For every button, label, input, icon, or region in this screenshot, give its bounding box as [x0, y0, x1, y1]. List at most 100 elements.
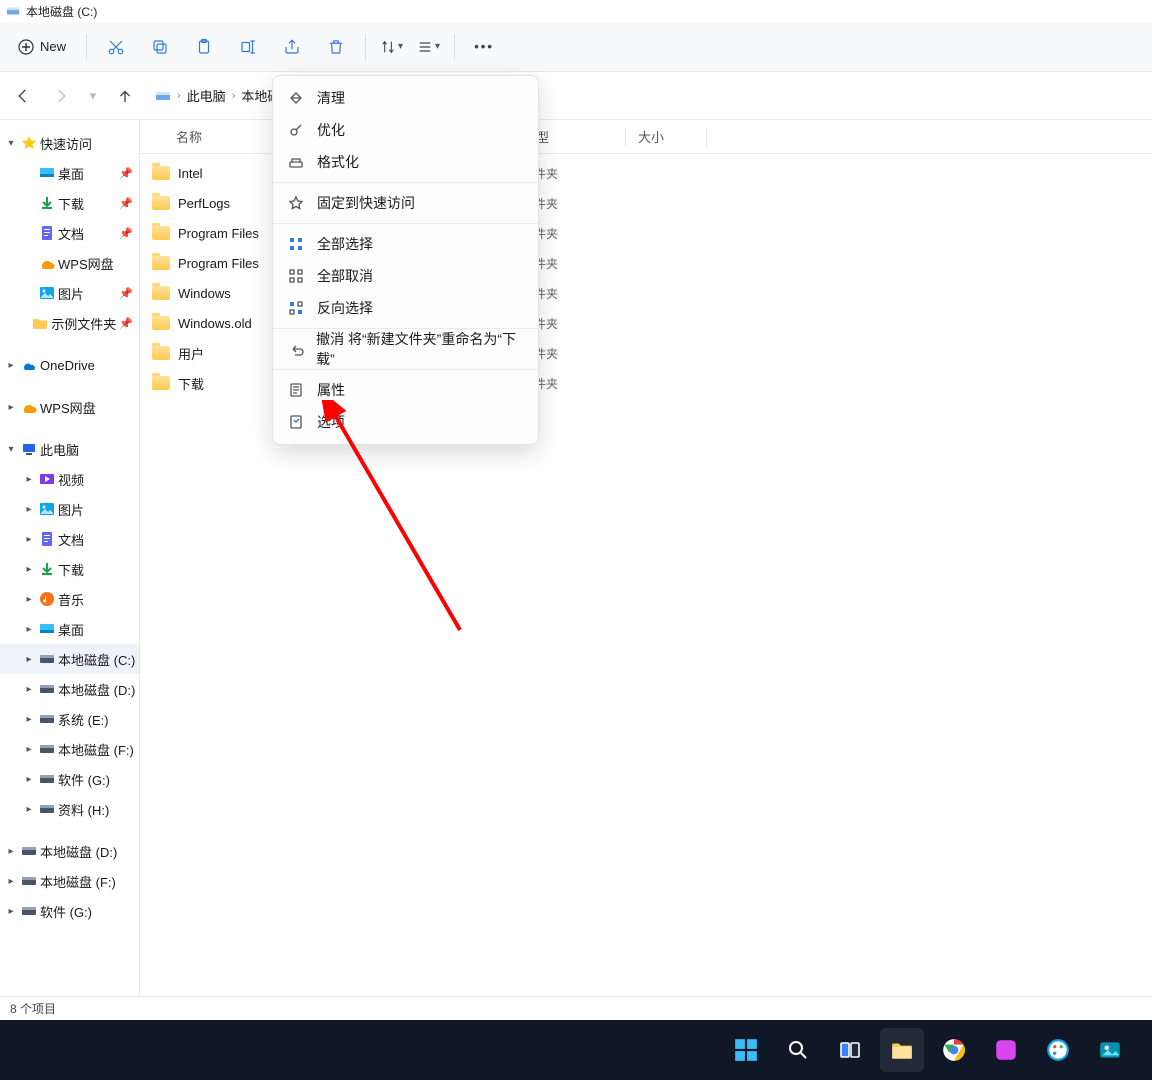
- pin-icon: 📌: [119, 227, 133, 240]
- status-bar: 8 个项目: [0, 996, 1152, 1020]
- more-button[interactable]: •••: [465, 28, 503, 66]
- folder-icon: [152, 166, 170, 180]
- taskbar-explorer[interactable]: [880, 1028, 924, 1072]
- taskbar-photos[interactable]: [1088, 1028, 1132, 1072]
- menu-item-optimize[interactable]: 优化: [273, 114, 538, 146]
- cut-button[interactable]: [97, 28, 135, 66]
- sidebar-pc-item[interactable]: ▸软件 (G:): [0, 764, 139, 794]
- sidebar-pc-item[interactable]: ▸视频: [0, 464, 139, 494]
- drive-icon: [6, 4, 20, 18]
- sidebar-pc-item[interactable]: ▸本地磁盘 (D:): [0, 674, 139, 704]
- separator: [86, 34, 87, 60]
- sort-button[interactable]: ▾: [376, 28, 407, 66]
- share-button[interactable]: [273, 28, 311, 66]
- invert-icon: [287, 299, 305, 317]
- sidebar-this-pc[interactable]: ▾此电脑: [0, 434, 139, 464]
- sidebar-pc-item[interactable]: ▸文档: [0, 524, 139, 554]
- doc-icon: [39, 225, 55, 241]
- taskbar-start[interactable]: [724, 1028, 768, 1072]
- pin-icon: 📌: [119, 197, 133, 210]
- sidebar-wps[interactable]: ▸WPS网盘: [0, 392, 139, 422]
- options-icon: [287, 413, 305, 431]
- pin-icon: 📌: [119, 287, 133, 300]
- titlebar: 本地磁盘 (C:): [0, 0, 1152, 22]
- chevron-right-icon: ›: [232, 90, 236, 102]
- taskbar-search[interactable]: [776, 1028, 820, 1072]
- menu-item-undo[interactable]: 撤消 将“新建文件夹”重命名为“下载”: [273, 333, 538, 365]
- sidebar-pc-item[interactable]: ▸系统 (E:): [0, 704, 139, 734]
- sidebar-pc-item[interactable]: ▸资料 (H:): [0, 794, 139, 824]
- drive-icon: [21, 873, 37, 889]
- pin-icon: 📌: [119, 317, 133, 330]
- menu-item-options[interactable]: 选项: [273, 406, 538, 438]
- new-button[interactable]: New: [8, 28, 76, 66]
- rename-button[interactable]: [229, 28, 267, 66]
- taskbar: [0, 1020, 1152, 1080]
- drive-icon: [21, 903, 37, 919]
- taskbar-paint[interactable]: [1036, 1028, 1080, 1072]
- drive-icon: [39, 741, 55, 757]
- plus-icon: [18, 39, 34, 55]
- paste-button[interactable]: [185, 28, 223, 66]
- back-button[interactable]: [8, 81, 38, 111]
- sidebar-pc-item[interactable]: ▸音乐: [0, 584, 139, 614]
- folder-icon: [32, 315, 48, 331]
- menu-separator: [273, 369, 538, 370]
- forward-button[interactable]: [46, 81, 76, 111]
- navbar: ▾ › 此电脑 › 本地磁: [0, 72, 1152, 120]
- menu-item-props[interactable]: 属性: [273, 374, 538, 406]
- chevron-right-icon: ›: [177, 90, 181, 102]
- sidebar-onedrive[interactable]: ▸OneDrive: [0, 350, 139, 380]
- copy-button[interactable]: [141, 28, 179, 66]
- menu-item-invert[interactable]: 反向选择: [273, 292, 538, 324]
- download-icon: [39, 195, 55, 211]
- menu-item-selectnone[interactable]: 全部取消: [273, 260, 538, 292]
- delete-button[interactable]: [317, 28, 355, 66]
- menu-item-pin[interactable]: 固定到快速访问: [273, 187, 538, 219]
- sidebar-pc-item[interactable]: ▸本地磁盘 (C:): [0, 644, 139, 674]
- address-bar[interactable]: › 此电脑 › 本地磁: [148, 81, 287, 110]
- pc-icon: [21, 441, 37, 457]
- star-icon: [21, 135, 37, 151]
- sidebar-drive[interactable]: ▸本地磁盘 (D:): [0, 836, 139, 866]
- sidebar-quick-item[interactable]: ▸WPS网盘: [0, 248, 139, 278]
- doc-icon: [39, 531, 55, 547]
- drive-icon: [39, 711, 55, 727]
- col-size[interactable]: 大小: [626, 127, 706, 146]
- sidebar-quick-item[interactable]: ▸文档📌: [0, 218, 139, 248]
- selectall-icon: [287, 235, 305, 253]
- download-icon: [39, 561, 55, 577]
- sidebar-quick-item[interactable]: ▸示例文件夹📌: [0, 308, 139, 338]
- taskbar-app[interactable]: [984, 1028, 1028, 1072]
- menu-item-clean[interactable]: 清理: [273, 82, 538, 114]
- sidebar-quick-item[interactable]: ▸桌面📌: [0, 158, 139, 188]
- selectnone-icon: [287, 267, 305, 285]
- sidebar-drive[interactable]: ▸软件 (G:): [0, 896, 139, 926]
- cloud-icon: [21, 357, 37, 373]
- recent-dropdown[interactable]: ▾: [84, 81, 102, 111]
- sidebar-pc-item[interactable]: ▸下载: [0, 554, 139, 584]
- view-button[interactable]: ▾: [413, 28, 444, 66]
- folder-icon: [152, 286, 170, 300]
- sidebar-pc-item[interactable]: ▸桌面: [0, 614, 139, 644]
- folder-icon: [152, 376, 170, 390]
- breadcrumb-root[interactable]: 此电脑: [187, 86, 226, 105]
- ellipsis-icon: •••: [474, 39, 494, 54]
- sidebar-quick-item[interactable]: ▸图片📌: [0, 278, 139, 308]
- drive-icon: [39, 651, 55, 667]
- up-button[interactable]: [110, 81, 140, 111]
- item-count: 8 个项目: [10, 1000, 56, 1017]
- menu-item-format[interactable]: 格式化: [273, 146, 538, 178]
- taskbar-chrome[interactable]: [932, 1028, 976, 1072]
- sidebar-quick-access[interactable]: ▾快速访问: [0, 128, 139, 158]
- sidebar-quick-item[interactable]: ▸下载📌: [0, 188, 139, 218]
- context-menu: 清理优化格式化固定到快速访问全部选择全部取消反向选择撤消 将“新建文件夹”重命名…: [272, 75, 539, 445]
- taskbar-taskview[interactable]: [828, 1028, 872, 1072]
- music-icon: [39, 591, 55, 607]
- undo-icon: [287, 340, 304, 358]
- sidebar-drive[interactable]: ▸本地磁盘 (F:): [0, 866, 139, 896]
- sidebar-pc-item[interactable]: ▸图片: [0, 494, 139, 524]
- sidebar-pc-item[interactable]: ▸本地磁盘 (F:): [0, 734, 139, 764]
- menu-item-selectall[interactable]: 全部选择: [273, 228, 538, 260]
- menu-separator: [273, 223, 538, 224]
